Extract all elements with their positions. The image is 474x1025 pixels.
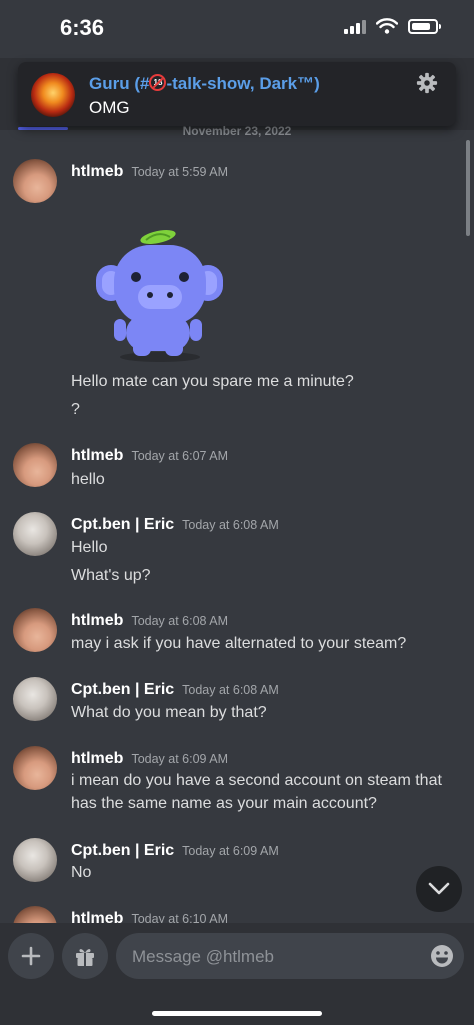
battery-icon <box>408 18 441 34</box>
tab-indicator <box>18 127 68 130</box>
message-timestamp: Today at 6:10 AM <box>131 912 229 923</box>
message-text: ? <box>71 401 80 418</box>
message-text: i mean do you have a second account on s… <box>71 772 442 812</box>
plus-icon <box>21 946 41 966</box>
message-group[interactable]: Cpt.ben | Eric Today at 6:08 AM What do y… <box>0 675 474 731</box>
message-author[interactable]: htlmeb Today at 6:08 AM <box>71 612 228 630</box>
status-icons <box>344 18 441 34</box>
notification-body: OMG <box>89 98 130 117</box>
avatar[interactable] <box>13 677 57 721</box>
message-timestamp: Today at 6:08 AM <box>182 518 279 532</box>
message-composer <box>0 923 474 1025</box>
message-timestamp: Today at 6:07 AM <box>131 449 229 463</box>
avatar[interactable] <box>13 159 57 203</box>
message-timestamp: Today at 6:09 AM <box>131 752 229 766</box>
home-indicator <box>152 1011 322 1016</box>
message-timestamp: Today at 6:09 AM <box>182 844 279 858</box>
message-author[interactable]: htlmeb Today at 5:59 AM <box>71 163 228 181</box>
message-group[interactable]: htlmeb Today at 6:10 AM <box>0 904 474 923</box>
scrollbar[interactable] <box>466 140 470 236</box>
cellular-signal-icon <box>344 18 366 34</box>
message-author[interactable]: htlmeb Today at 6:07 AM <box>71 447 228 465</box>
avatar[interactable] <box>13 838 57 882</box>
message-input[interactable] <box>130 933 424 981</box>
status-bar: 6:36 <box>0 0 474 58</box>
wifi-icon <box>376 18 398 34</box>
jump-to-bottom-button[interactable] <box>416 866 462 912</box>
message-text: What's up? <box>71 567 151 584</box>
message-author[interactable]: Cpt.ben | Eric Today at 6:08 AM <box>71 681 279 699</box>
status-time: 6:36 <box>60 15 105 40</box>
emoji-icon[interactable] <box>430 944 454 968</box>
message-timestamp: Today at 6:08 AM <box>182 683 279 697</box>
message-input-container[interactable] <box>116 933 464 981</box>
message-author[interactable]: Cpt.ben | Eric Today at 6:09 AM <box>71 842 279 860</box>
message-author[interactable]: htlmeb Today at 6:10 AM <box>71 910 228 923</box>
date-divider: November 23, 2022 <box>182 124 292 138</box>
message-text: What do you mean by that? <box>71 704 267 721</box>
message-text: may i ask if you have alternated to your… <box>71 635 407 652</box>
gear-icon[interactable] <box>416 72 438 94</box>
message-group[interactable]: htlmeb Today at 6:09 AM i mean do you hav… <box>0 744 474 824</box>
message-group[interactable]: htlmeb Today at 6:08 AM may i ask if you … <box>0 606 474 662</box>
notification-title: Guru (# 18 -talk-show, Dark™) <box>89 74 320 93</box>
message-text: Hello <box>71 539 108 556</box>
message-text: hello <box>71 471 105 488</box>
chevron-down-icon <box>428 882 450 895</box>
message-group[interactable]: htlmeb Today at 5:59 AM Hello mate can yo… <box>0 157 474 427</box>
add-attachment-button[interactable] <box>8 933 54 979</box>
avatar[interactable] <box>13 443 57 487</box>
message-author[interactable]: Cpt.ben | Eric Today at 6:08 AM <box>71 516 279 534</box>
message-group[interactable]: Cpt.ben | Eric Today at 6:08 AM Hello Wha… <box>0 510 474 594</box>
notification-banner[interactable]: Guru (# 18 -talk-show, Dark™) OMG <box>18 62 456 126</box>
wumpus-sticker[interactable] <box>88 215 233 365</box>
avatar[interactable] <box>13 512 57 556</box>
message-text: Hello mate can you spare me a minute? <box>71 373 354 390</box>
avatar[interactable] <box>13 906 57 923</box>
message-text: No <box>71 864 92 881</box>
gift-icon <box>76 949 94 966</box>
message-author[interactable]: htlmeb Today at 6:09 AM <box>71 750 228 768</box>
avatar[interactable] <box>13 746 57 790</box>
phoenix-avatar <box>31 73 75 117</box>
message-group[interactable]: Cpt.ben | Eric Today at 6:09 AM No <box>0 836 474 892</box>
message-timestamp: Today at 5:59 AM <box>131 165 229 179</box>
age-restricted-icon: 18 <box>149 74 167 91</box>
message-timestamp: Today at 6:08 AM <box>131 614 229 628</box>
gift-button[interactable] <box>62 933 108 979</box>
avatar[interactable] <box>13 608 57 652</box>
message-group[interactable]: htlmeb Today at 6:07 AM hello <box>0 441 474 497</box>
